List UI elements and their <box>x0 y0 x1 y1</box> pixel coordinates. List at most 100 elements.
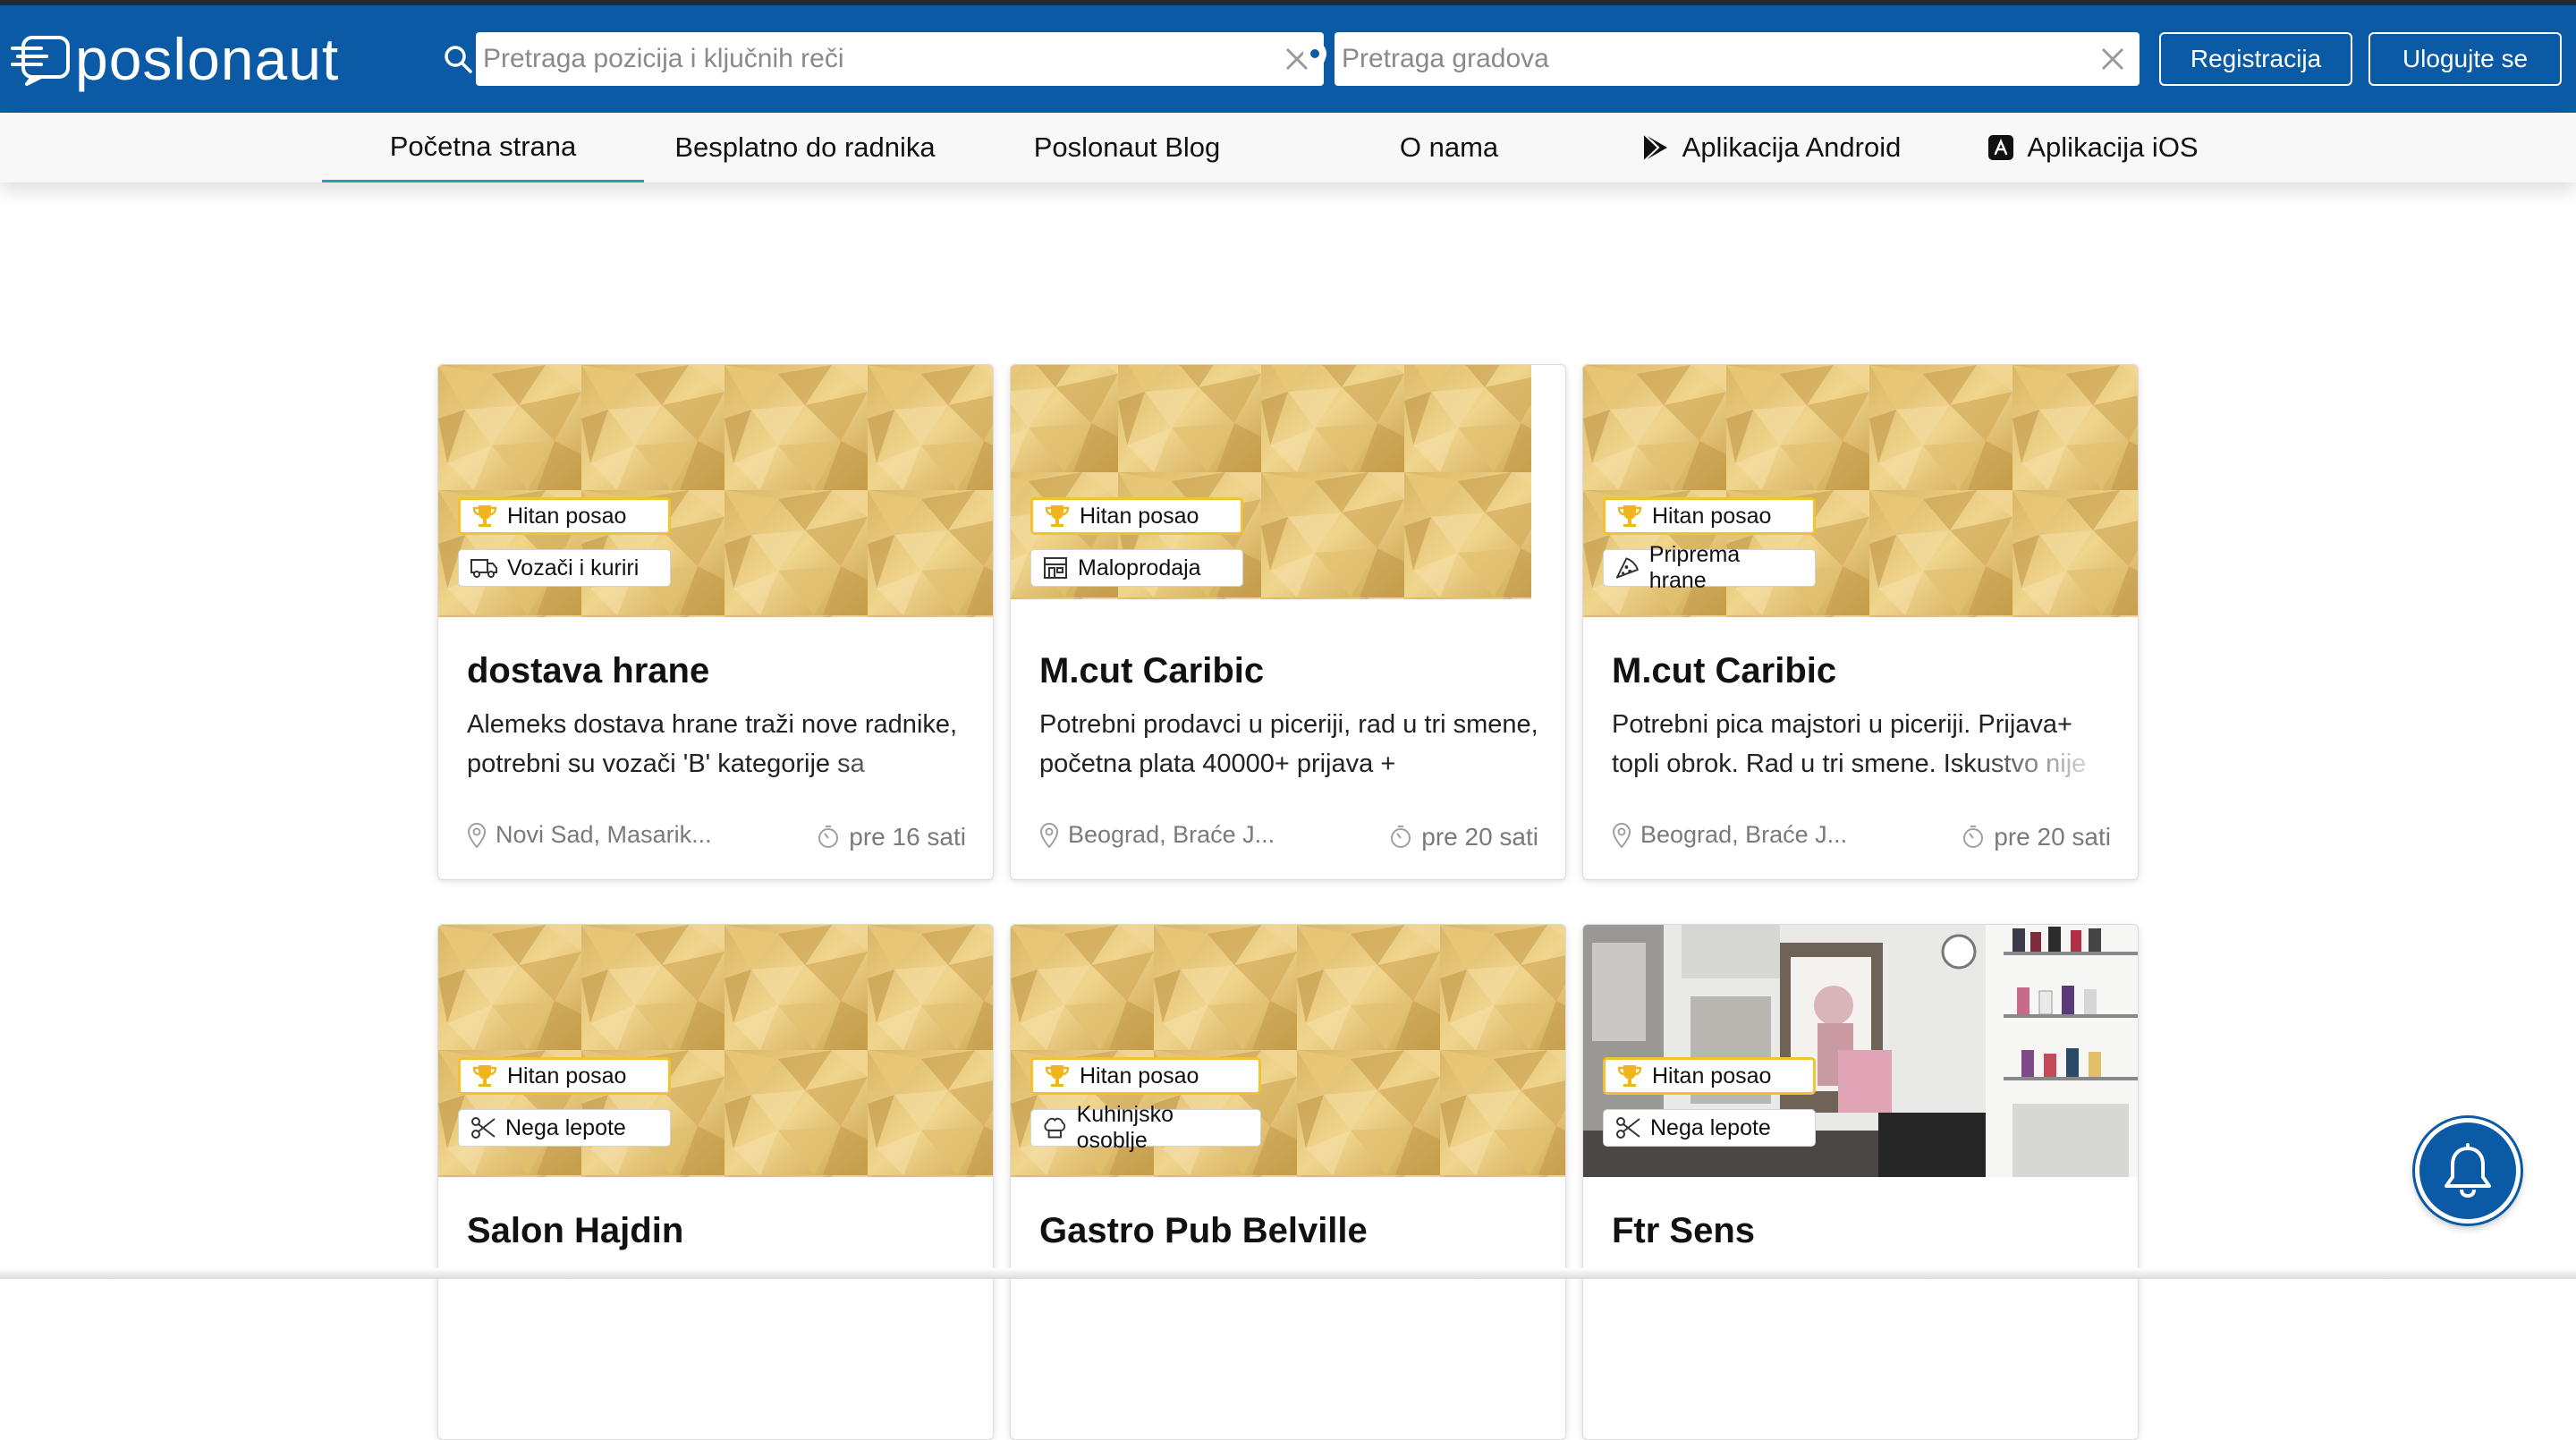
nav-ios-label: Aplikacija iOS <box>2027 131 2199 163</box>
clear-city-icon[interactable] <box>2098 45 2127 73</box>
job-card[interactable]: Hitan posao Nega lepote Ftr Sens <box>1582 924 2139 1440</box>
trophy-icon <box>472 1065 497 1087</box>
app-store-icon <box>1988 135 2014 160</box>
pizza-icon <box>1615 557 1639 579</box>
job-card[interactable]: Hitan posao Vozači i kuriri dostava hran… <box>437 364 994 880</box>
trophy-icon <box>1045 1065 1070 1087</box>
card-title: Gastro Pub Belville <box>1039 1211 1368 1250</box>
category-badge-label: Kuhinjsko osoblje <box>1076 1102 1174 1153</box>
trophy-icon <box>1617 1065 1642 1087</box>
card-location: Beograd, Braće J... <box>1612 821 1847 849</box>
card-time: pre 20 sati <box>1962 823 2111 851</box>
card-title: Ftr Sens <box>1612 1211 1756 1250</box>
nav-android-app[interactable]: Aplikacija Android <box>1610 113 1932 182</box>
category-badge: Nega lepote <box>458 1109 671 1147</box>
position-search-field <box>476 32 1324 86</box>
category-badge-label: Vozači i kuriri <box>507 555 640 580</box>
play-store-icon <box>1642 133 1667 162</box>
location-pin-icon <box>1612 822 1631 848</box>
site-header: poslonaut Registracija Ulogujte se <box>0 5 2576 113</box>
card-time: pre 20 sati <box>1389 823 1538 851</box>
card-location-text: Beograd, Braće J... <box>1640 821 1848 848</box>
card-location: Novi Sad, Masarik... <box>467 821 712 849</box>
card-description: Potrebni pica majstori u piceriji. Prija… <box>1612 705 2113 784</box>
job-card[interactable]: Hitan posao Priprema hrane M.cut Caribic… <box>1582 364 2139 880</box>
scissors-icon <box>1616 1117 1640 1139</box>
card-time: pre 16 sati <box>817 823 966 851</box>
nav-ios-app[interactable]: Aplikacija iOS <box>1932 113 2254 182</box>
location-pin-icon <box>1039 822 1059 848</box>
search-icon[interactable] <box>440 32 476 86</box>
scissors-icon <box>471 1117 496 1139</box>
card-time-text: pre 16 sati <box>849 823 966 851</box>
page-bottom-edge <box>0 1268 2576 1279</box>
nav-home-label: Početna strana <box>389 130 577 162</box>
location-pin-icon <box>1295 32 1335 86</box>
nav-blog[interactable]: Poslonaut Blog <box>966 113 1288 182</box>
city-search-field <box>1335 32 2140 86</box>
trophy-icon <box>472 505 497 527</box>
urgent-badge: Hitan posao <box>1603 1057 1816 1095</box>
stopwatch-icon <box>1963 826 1984 848</box>
urgent-badge: Hitan posao <box>1030 497 1243 535</box>
urgent-badge-label: Hitan posao <box>1080 1063 1199 1088</box>
urgent-badge-label: Hitan posao <box>1652 503 1772 529</box>
card-title: Salon Hajdin <box>467 1211 684 1250</box>
urgent-badge-label: Hitan posao <box>507 1063 627 1088</box>
card-time-text: pre 20 sati <box>1994 823 2111 851</box>
urgent-badge-label: Hitan posao <box>1652 1063 1772 1088</box>
register-button[interactable]: Registracija <box>2159 32 2352 86</box>
category-badge: Kuhinjsko osoblje <box>1030 1102 1261 1153</box>
trophy-icon <box>1045 505 1070 527</box>
category-badge-label: Nega lepote <box>505 1114 626 1140</box>
category-badge: Priprema hrane <box>1603 542 1816 593</box>
category-badge: Nega lepote <box>1603 1109 1816 1147</box>
nav-about-label: O nama <box>1399 131 1499 163</box>
job-card[interactable]: Hitan posao Kuhinjsko osoblje Gastro Pub… <box>1010 924 1566 1440</box>
city-search-input[interactable] <box>1335 32 2140 86</box>
job-card[interactable]: Hitan posao Nega lepote Salon Hajdin <box>437 924 994 1440</box>
nav-free-to-workers[interactable]: Besplatno do radnika <box>644 113 966 182</box>
category-badge-label: Priprema hrane <box>1648 542 1741 593</box>
urgent-badge: Hitan posao <box>1030 1057 1261 1095</box>
card-description: Alemeks dostava hrane traži nove radnike… <box>467 705 968 784</box>
delivery-truck-icon <box>470 559 497 578</box>
card-title: dostava hrane <box>467 651 710 690</box>
nav-about[interactable]: O nama <box>1288 113 1610 182</box>
urgent-badge: Hitan posao <box>1603 497 1816 535</box>
nav-free-label: Besplatno do radnika <box>674 131 936 163</box>
card-location-text: Beograd, Braće J... <box>1068 821 1275 848</box>
card-time-text: pre 20 sati <box>1421 823 1538 851</box>
category-badge-label: Maloprodaja <box>1078 555 1201 580</box>
card-description: Potrebni prodavci u piceriji, rad u tri … <box>1039 705 1540 784</box>
shop-icon <box>1044 557 1067 579</box>
location-pin-icon <box>467 822 487 848</box>
logo[interactable]: poslonaut <box>11 25 339 93</box>
urgent-badge: Hitan posao <box>458 497 671 535</box>
stopwatch-icon <box>1391 826 1411 848</box>
chef-hat-icon <box>1044 1117 1066 1139</box>
stopwatch-icon <box>818 826 839 848</box>
category-badge: Maloprodaja <box>1030 549 1243 587</box>
card-location-text: Novi Sad, Masarik... <box>496 821 712 848</box>
trophy-icon <box>1617 505 1642 527</box>
urgent-badge-label: Hitan posao <box>507 503 627 529</box>
login-button[interactable]: Ulogujte se <box>2368 32 2562 86</box>
urgent-badge: Hitan posao <box>458 1057 671 1095</box>
card-title: M.cut Caribic <box>1039 651 1265 690</box>
logo-icon <box>11 36 70 86</box>
bell-icon <box>2445 1143 2491 1199</box>
urgent-badge-label: Hitan posao <box>1080 503 1199 529</box>
category-badge-label: Nega lepote <box>1650 1114 1771 1140</box>
position-search <box>440 32 1324 86</box>
logo-text: poslonaut <box>75 26 340 92</box>
nav-blog-label: Poslonaut Blog <box>1033 131 1221 163</box>
nav-android-label: Aplikacija Android <box>1682 131 1902 163</box>
category-badge: Vozači i kuriri <box>458 549 671 587</box>
notification-bell-button[interactable] <box>2415 1118 2521 1224</box>
card-title: M.cut Caribic <box>1612 651 1837 690</box>
card-location: Beograd, Braće J... <box>1039 821 1275 849</box>
position-search-input[interactable] <box>476 32 1324 86</box>
job-card[interactable]: Hitan posao Maloprodaja M.cut Caribic Po… <box>1010 364 1566 880</box>
nav-home[interactable]: Početna strana <box>322 113 644 182</box>
